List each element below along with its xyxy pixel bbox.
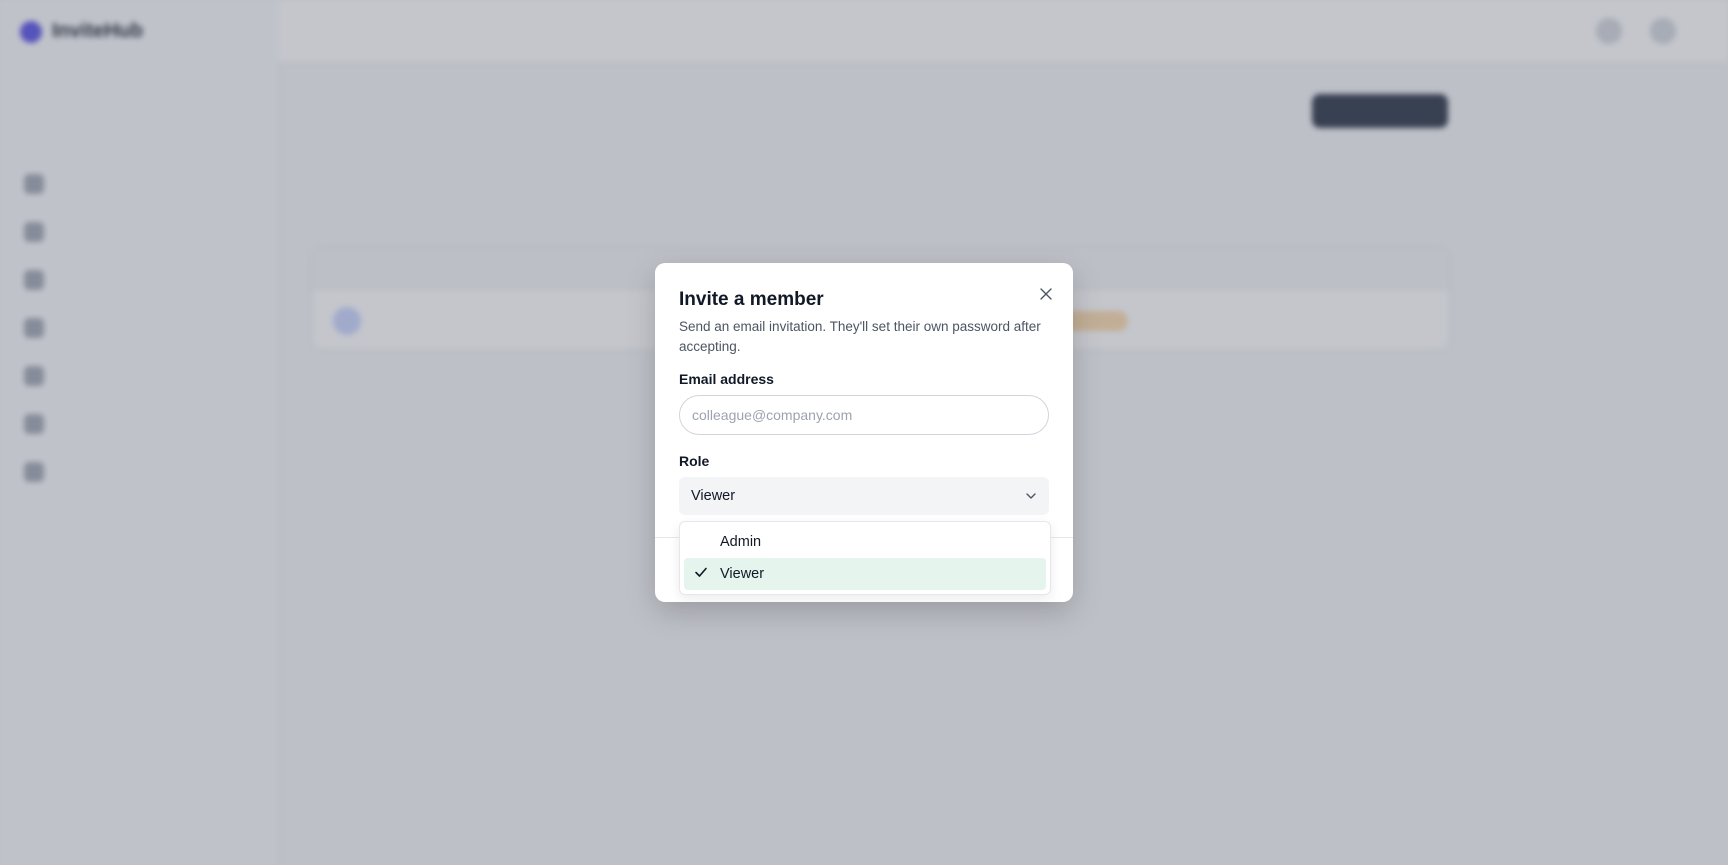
chevron-down-icon: [1025, 489, 1037, 503]
role-select[interactable]: Viewer: [679, 477, 1049, 515]
role-option-admin[interactable]: Admin: [684, 526, 1046, 558]
dialog-description: Send an email invitation. They'll set th…: [679, 319, 1041, 354]
role-select-value: Viewer: [691, 488, 736, 504]
check-icon: [694, 565, 708, 582]
email-field[interactable]: [679, 395, 1049, 435]
close-icon[interactable]: [1035, 283, 1057, 305]
dialog-title: Invite a member: [679, 289, 824, 310]
role-dropdown-menu: Admin Viewer: [679, 521, 1051, 595]
option-label: Admin: [720, 534, 762, 550]
role-option-viewer[interactable]: Viewer: [684, 558, 1046, 590]
role-label: Role: [679, 453, 710, 469]
email-label: Email address: [679, 371, 774, 387]
option-label: Viewer: [720, 566, 765, 582]
